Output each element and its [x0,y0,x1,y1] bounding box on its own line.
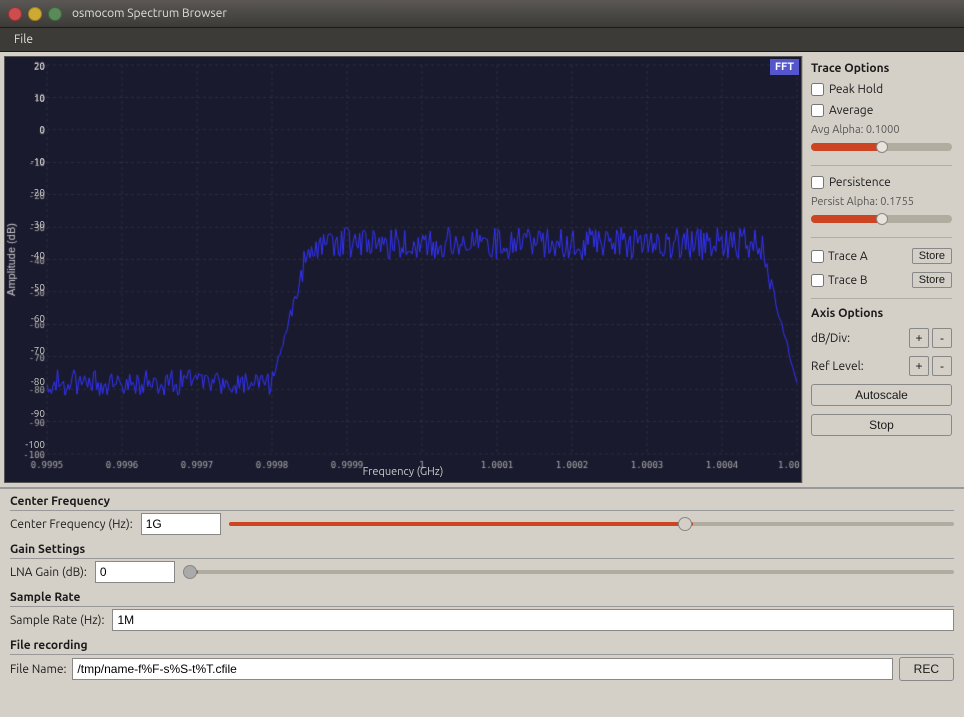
gain-slider[interactable] [183,570,954,574]
persistence-checkbox[interactable] [811,176,824,189]
center-frequency-group: Center Frequency Center Frequency (Hz): [10,495,954,537]
gain-settings-row: LNA Gain (dB): [10,561,954,583]
trace-b-row: Trace B Store [811,272,952,288]
window-title: osmocom Spectrum Browser [72,7,227,20]
file-recording-row: File Name: REC [10,657,954,681]
persistence-label: Persistence [829,176,891,189]
center-frequency-row: Center Frequency (Hz): [10,513,954,535]
center-frequency-slider[interactable] [229,522,954,526]
gain-settings-label: LNA Gain (dB): [10,566,87,579]
db-div-plus-button[interactable]: + [909,328,929,348]
sample-rate-input[interactable] [112,609,954,631]
titlebar: osmocom Spectrum Browser [0,0,964,28]
avg-alpha-label: Avg Alpha: 0.1000 [811,124,952,136]
avg-alpha-slider[interactable] [811,143,952,151]
center-frequency-title: Center Frequency [10,495,954,511]
sample-rate-group: Sample Rate Sample Rate (Hz): [10,591,954,633]
trace-a-row: Trace A Store [811,248,952,264]
persist-alpha-label: Persist Alpha: 0.1755 [811,196,952,208]
db-div-label: dB/Div: [811,332,906,345]
rec-button[interactable]: REC [899,657,954,681]
minimize-button[interactable] [28,7,42,21]
center-frequency-label: Center Frequency (Hz): [10,518,133,531]
trace-a-checkbox[interactable] [811,250,824,263]
center-frequency-input[interactable] [141,513,221,535]
persist-alpha-thumb[interactable] [876,213,888,225]
file-recording-title: File recording [10,639,954,655]
file-name-input[interactable] [72,658,892,680]
ref-level-minus-button[interactable]: - [932,356,952,376]
db-div-minus-button[interactable]: - [932,328,952,348]
persistence-row: Persistence [811,176,952,189]
trace-a-store-button[interactable]: Store [912,248,952,264]
divider-1 [811,165,952,166]
peak-hold-checkbox[interactable] [811,83,824,96]
divider-3 [811,298,952,299]
gain-settings-input[interactable] [95,561,175,583]
ref-level-label: Ref Level: [811,360,906,373]
stop-button[interactable]: Stop [811,414,952,436]
persist-alpha-fill [811,215,882,223]
db-div-row: dB/Div: + - [811,328,952,348]
sample-rate-label: Sample Rate (Hz): [10,614,104,627]
fft-badge: FFT [770,59,799,75]
peak-hold-row: Peak Hold [811,83,952,96]
main-area: FFT 20 10 0 -10 -20 -30 -40 -50 -60 -70 … [0,52,964,717]
chart-area: FFT 20 10 0 -10 -20 -30 -40 -50 -60 -70 … [4,56,802,483]
sample-rate-title: Sample Rate [10,591,954,607]
average-row: Average [811,104,952,117]
persist-alpha-slider[interactable] [811,215,952,223]
maximize-button[interactable] [48,7,62,21]
trace-b-checkbox[interactable] [811,274,824,287]
peak-hold-label: Peak Hold [829,83,883,96]
center-frequency-fill [229,522,693,526]
trace-options-title: Trace Options [811,62,952,75]
gain-thumb[interactable] [183,565,197,579]
file-recording-group: File recording File Name: REC [10,639,954,681]
right-panel: Trace Options Peak Hold Average Avg Alph… [802,56,960,483]
average-label: Average [829,104,873,117]
menu-file[interactable]: File [6,31,41,48]
bottom-section: Center Frequency Center Frequency (Hz): … [0,487,964,717]
sample-rate-row: Sample Rate (Hz): [10,609,954,631]
trace-b-label: Trace B [828,274,908,287]
ref-level-plus-button[interactable]: + [909,356,929,376]
autoscale-button[interactable]: Autoscale [811,384,952,406]
divider-2 [811,237,952,238]
top-section: FFT 20 10 0 -10 -20 -30 -40 -50 -60 -70 … [0,52,964,487]
center-frequency-thumb[interactable] [678,517,692,531]
file-name-label: File Name: [10,663,66,676]
gain-settings-group: Gain Settings LNA Gain (dB): [10,543,954,585]
average-checkbox[interactable] [811,104,824,117]
avg-alpha-thumb[interactable] [876,141,888,153]
avg-alpha-fill [811,143,882,151]
ref-level-row: Ref Level: + - [811,356,952,376]
gain-settings-title: Gain Settings [10,543,954,559]
menubar: File [0,28,964,52]
trace-a-label: Trace A [828,250,908,263]
close-button[interactable] [8,7,22,21]
trace-b-store-button[interactable]: Store [912,272,952,288]
axis-options-title: Axis Options [811,307,952,320]
spectrum-canvas [5,57,801,482]
